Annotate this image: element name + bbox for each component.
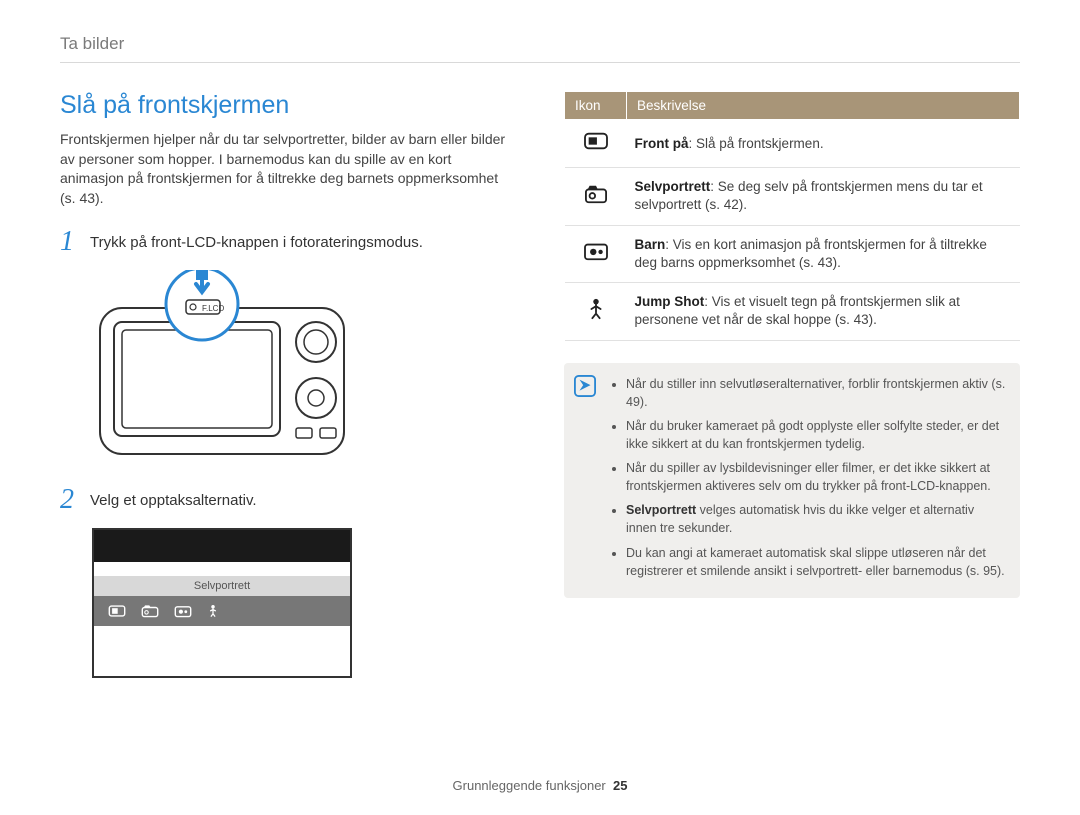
step-text: Trykk på front-LCD-knappen i fotoraterin… <box>90 228 423 251</box>
selfie-icon <box>583 183 609 205</box>
note-item: Du kan angi at kameraet automatisk skal … <box>626 544 1006 580</box>
th-icon: Ikon <box>565 92 627 120</box>
screen-options-figure: Selvportrett <box>92 528 352 678</box>
selfie-icon <box>140 604 160 618</box>
children-icon <box>174 604 192 618</box>
row-bold: Barn <box>635 237 666 252</box>
step-text: Velg et opptaksalternativ. <box>90 486 257 509</box>
step-2: 2 Velg et opptaksalternativ. <box>60 486 516 514</box>
row-bold: Selvportrett <box>635 179 711 194</box>
page-footer: Grunnleggende funksjoner 25 <box>0 778 1080 793</box>
options-selected-label: Selvportrett <box>94 576 350 596</box>
row-text: Vis en kort animasjon på frontskjermen f… <box>635 237 987 270</box>
table-row: Jump Shot: Vis et visuelt tegn på fronts… <box>565 283 1020 340</box>
options-icon-bar <box>94 596 350 626</box>
main-right-column: Ikon Beskrivelse Front på: Slå på fronts… <box>564 91 1020 678</box>
front-on-icon <box>108 604 126 618</box>
front-on-icon <box>583 130 609 152</box>
note-item: Når du spiller av lysbildevisninger elle… <box>626 459 1006 495</box>
table-row: Barn: Vis en kort animasjon på frontskje… <box>565 225 1020 282</box>
row-bold: Front på <box>635 136 689 151</box>
step-1: 1 Trykk på front-LCD-knappen i fotorater… <box>60 228 516 256</box>
breadcrumb: Ta bilder <box>60 34 1020 63</box>
icon-description-table: Ikon Beskrivelse Front på: Slå på fronts… <box>564 91 1020 341</box>
jump-shot-icon <box>583 298 609 320</box>
step-number: 2 <box>60 486 78 514</box>
camera-illustration: F.LCD <box>92 270 516 460</box>
step-number: 1 <box>60 228 78 256</box>
note-icon <box>574 375 596 397</box>
footer-label: Grunnleggende funksjoner <box>453 778 606 793</box>
note-box: Når du stiller inn selvutløseralternativ… <box>564 363 1020 598</box>
row-bold: Jump Shot <box>635 294 705 309</box>
row-text: Slå på frontskjermen. <box>696 136 824 151</box>
note-item: Selvportrett velges automatisk hvis du i… <box>626 501 1006 537</box>
page-number: 25 <box>613 778 627 793</box>
jump-shot-icon <box>206 604 220 618</box>
section-title: Slå på frontskjermen <box>60 91 516 120</box>
children-icon <box>583 240 609 262</box>
table-row: Selvportrett: Se deg selv på frontskjerm… <box>565 168 1020 225</box>
flcd-button-label: F.LCD <box>202 304 224 313</box>
note-item: Når du stiller inn selvutløseralternativ… <box>626 375 1006 411</box>
note-item: Når du bruker kameraet på godt opplyste … <box>626 417 1006 453</box>
table-row: Front på: Slå på frontskjermen. <box>565 120 1020 168</box>
th-description: Beskrivelse <box>627 92 1020 120</box>
intro-paragraph: Frontskjermen hjelper når du tar selvpor… <box>60 130 516 208</box>
main-left-column: Slå på frontskjermen Frontskjermen hjelp… <box>60 91 516 678</box>
